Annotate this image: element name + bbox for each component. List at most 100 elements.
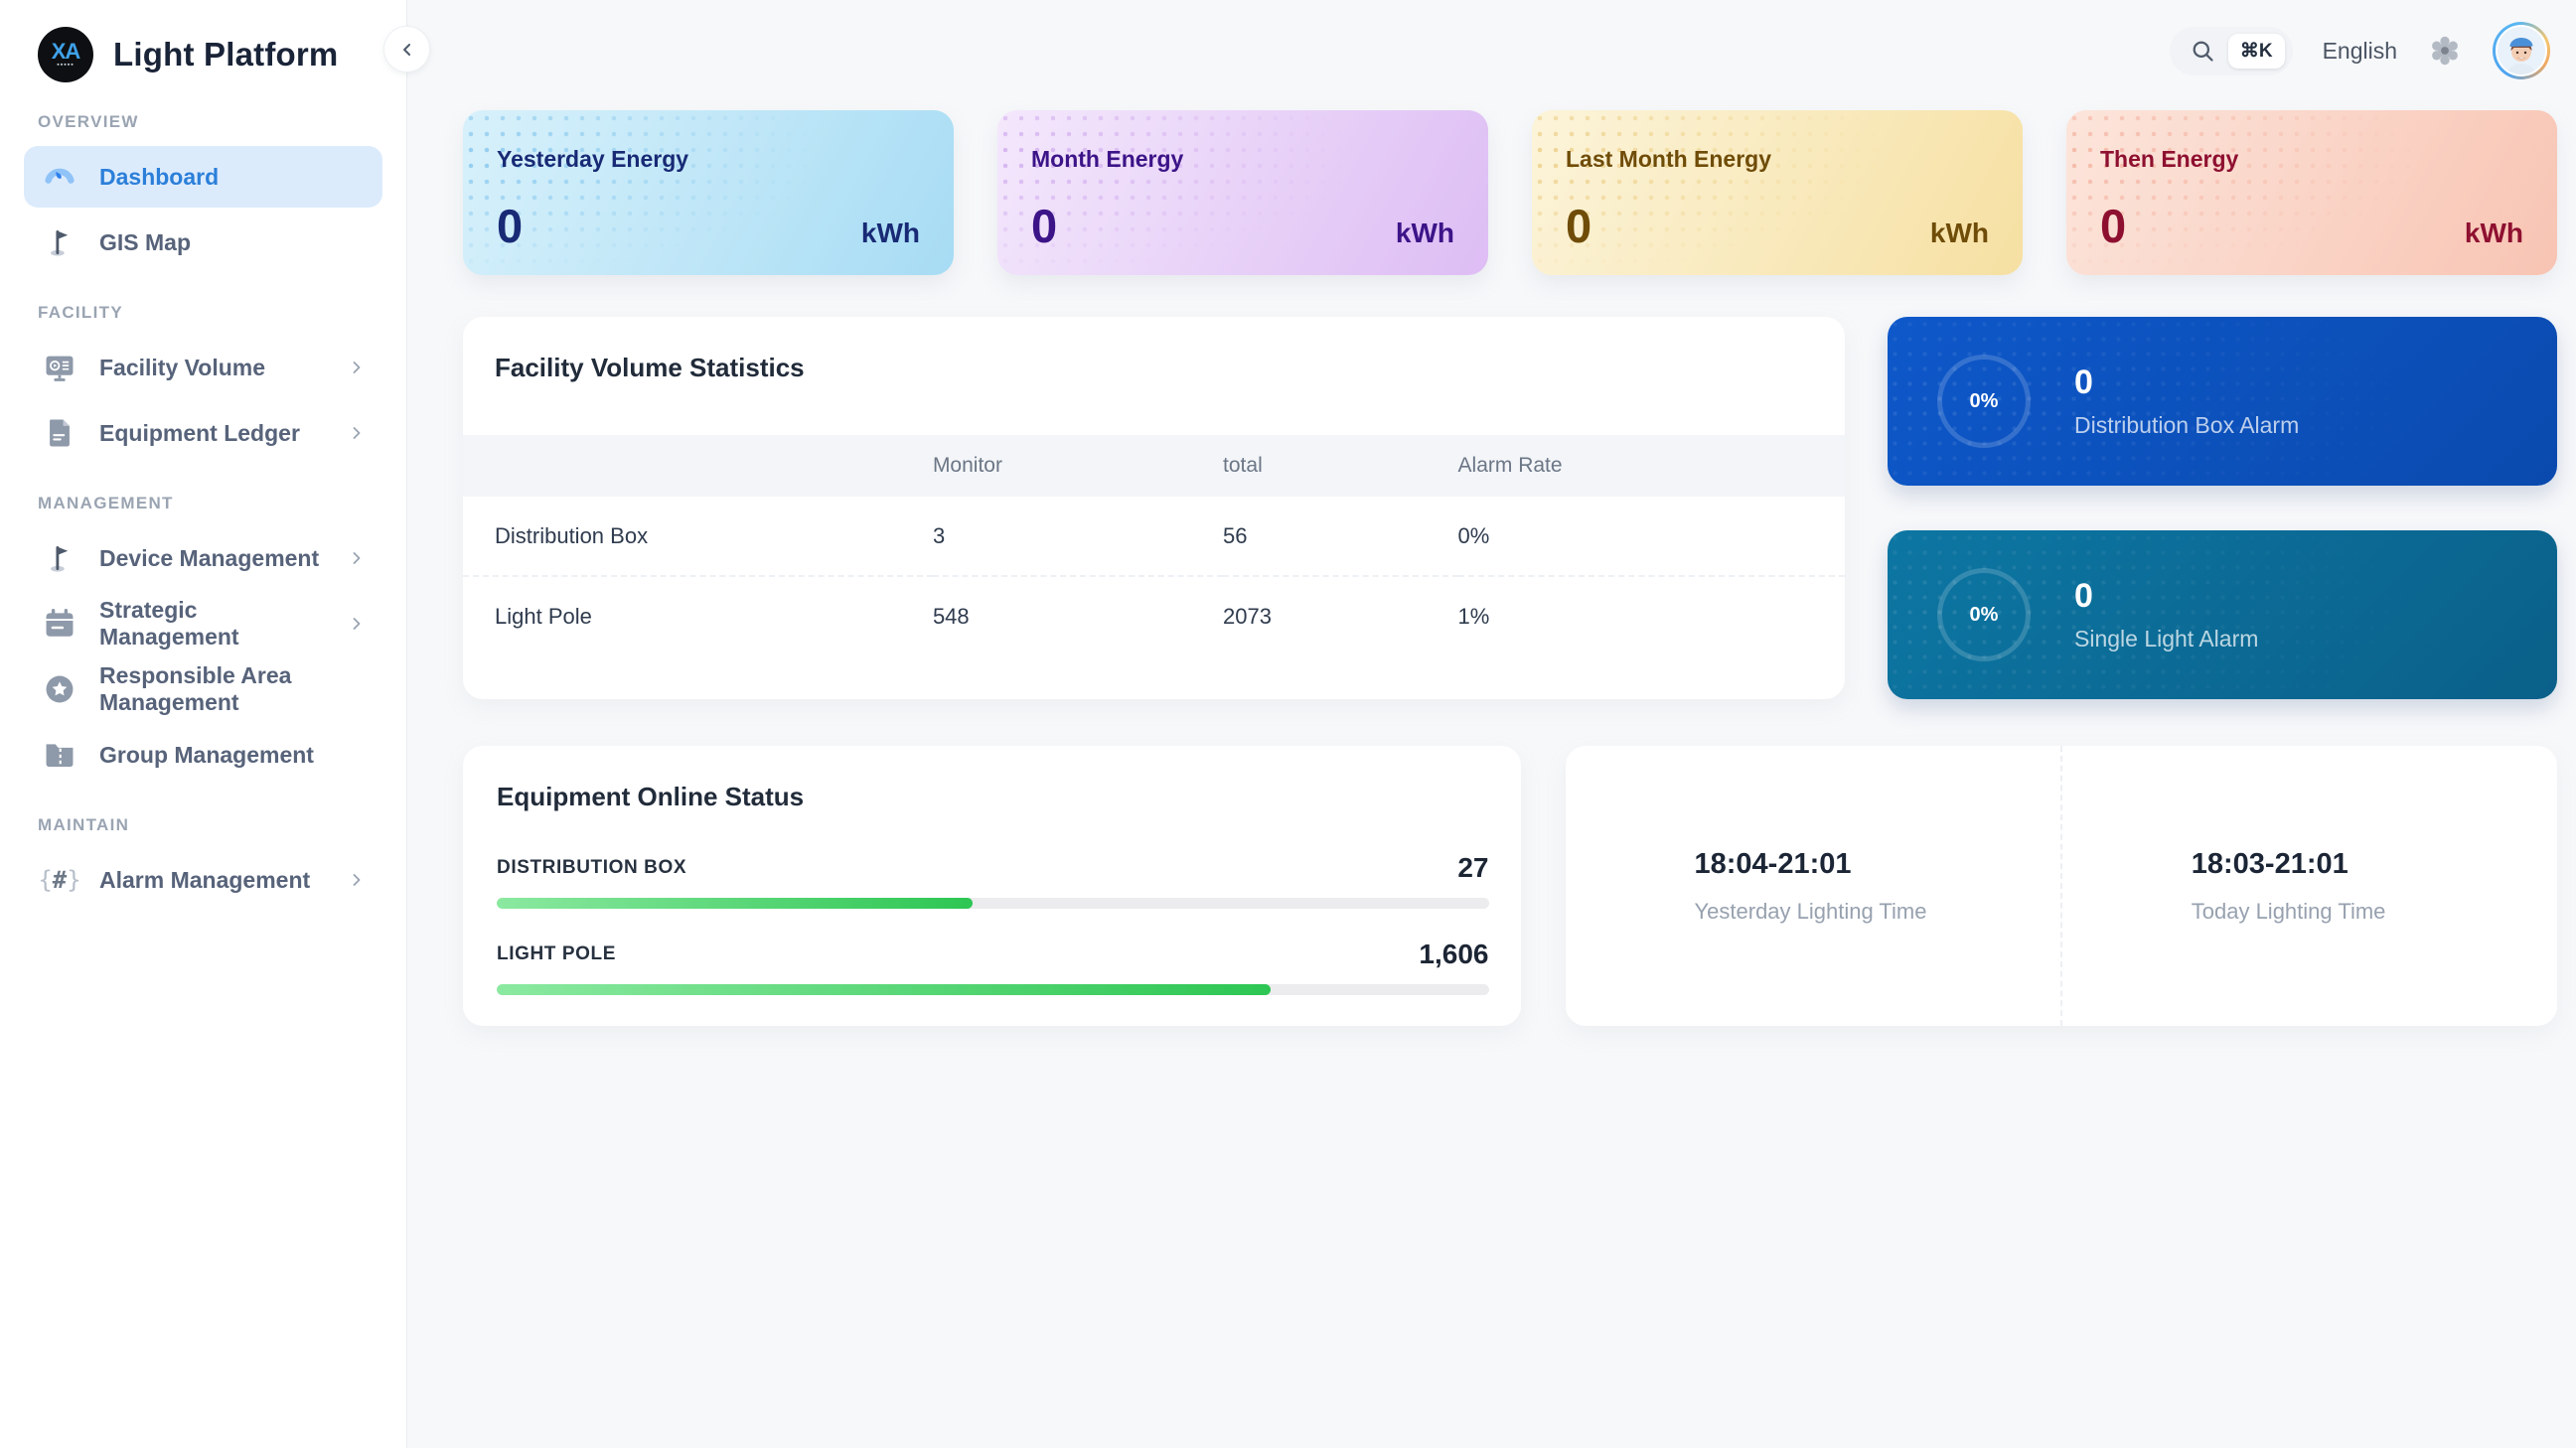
sidebar-item-label: GIS Map <box>99 228 192 255</box>
gauge-icon <box>42 159 77 195</box>
search-button[interactable]: ⌘K <box>2169 26 2293 75</box>
sidebar-item-group-management[interactable]: Group Management <box>24 724 382 786</box>
app-title: Light Platform <box>113 36 339 72</box>
chevron-right-icon <box>347 548 367 568</box>
distribution-box-alarm-card: 0% 0 Distribution Box Alarm <box>1888 317 2557 486</box>
flag-icon <box>42 540 77 576</box>
energy-card-yesterday: Yesterday Energy 0 kWh <box>463 110 954 275</box>
sidebar-item-label: Responsible Area Management <box>99 662 292 715</box>
online-status-label: LIGHT POLE <box>497 943 616 964</box>
dashboard-content: Yesterday Energy 0 kWh Month Energy 0 kW… <box>463 110 2557 1026</box>
avatar-image <box>2496 25 2547 76</box>
sidebar-item-gis-map[interactable]: GIS Map <box>24 212 382 273</box>
equipment-online-status-title: Equipment Online Status <box>497 782 805 811</box>
energy-card-title: Yesterday Energy <box>497 146 689 172</box>
row-monitor: 548 <box>932 603 970 629</box>
chevron-right-icon <box>347 423 367 443</box>
energy-card-unit: kWh <box>2464 217 2523 248</box>
column-header-monitor: Monitor <box>932 454 1002 477</box>
energy-card-title: Last Month Energy <box>1566 146 1772 172</box>
row-alarm-rate: 0% <box>1457 522 1490 548</box>
alarm-percent: 0% <box>1969 389 1999 412</box>
lighting-time-value: 18:03-21:01 <box>2191 847 2349 880</box>
sidebar-item-alarm-management[interactable]: {#} Alarm Management <box>24 849 382 911</box>
row-alarm-rate: 1% <box>1457 603 1490 629</box>
alarm-count: 0 <box>2074 363 2093 401</box>
user-avatar[interactable] <box>2493 22 2550 79</box>
progress-bar-fill <box>497 984 1271 995</box>
section-label-overview: OVERVIEW <box>38 112 139 131</box>
yesterday-lighting-time: 18:04-21:01 Yesterday Lighting Time <box>1566 746 2062 1026</box>
logo-monogram: XA <box>51 38 81 64</box>
online-status-value: 27 <box>1457 852 1489 883</box>
table-row: Distribution Box 3 56 0% <box>463 497 1845 576</box>
lighting-time-label: Today Lighting Time <box>2191 898 2386 924</box>
sidebar-item-label: Dashboard <box>99 163 220 190</box>
lighting-time-value: 18:04-21:01 <box>1694 847 1852 880</box>
sidebar: XA ▪▪▪▪▪ Light Platform OVERVIEW Dashboa… <box>0 0 430 1448</box>
sidebar-item-equipment-ledger[interactable]: Equipment Ledger <box>24 402 382 464</box>
sidebar-nav: OVERVIEW Dashboard GIS Map FACILITY Faci… <box>24 112 382 911</box>
folder-icon <box>42 737 77 773</box>
today-lighting-time: 18:03-21:01 Today Lighting Time <box>2062 746 2557 1026</box>
energy-card-value: 0 <box>1566 200 1592 252</box>
row-name: Distribution Box <box>495 522 649 548</box>
table-row: Light Pole 548 2073 1% <box>463 576 1845 655</box>
search-shortcut-badge: ⌘K <box>2227 33 2285 69</box>
sidebar-item-label: Group Management <box>99 741 314 768</box>
energy-card-unit: kWh <box>1929 217 1989 248</box>
topbar: ⌘K English <box>2169 22 2550 79</box>
lighting-time-card: 18:04-21:01 Yesterday Lighting Time 18:0… <box>1565 746 2557 1026</box>
alarm-percent: 0% <box>1969 603 1999 626</box>
row-name: Light Pole <box>495 603 592 629</box>
alarm-percent-ring: 0% <box>1937 355 2031 448</box>
sidebar-item-facility-volume[interactable]: Facility Volume <box>24 337 382 398</box>
equipment-online-status-card: Equipment Online Status DISTRIBUTION BOX… <box>463 746 1521 1026</box>
progress-bar-track <box>497 898 1489 909</box>
sidebar-item-device-management[interactable]: Device Management <box>24 527 382 589</box>
table-header-row: Monitor total Alarm Rate <box>463 435 1845 497</box>
sidebar-item-label: Device Management <box>99 544 320 571</box>
energy-card-last-month: Last Month Energy 0 kWh <box>1532 110 2023 275</box>
chevron-right-icon <box>347 614 367 634</box>
online-status-item-light-pole: LIGHT POLE 1,606 <box>497 939 1489 995</box>
chevron-right-icon <box>347 870 367 890</box>
energy-card-then: Then Energy 0 kWh <box>2066 110 2557 275</box>
column-header-total: total <box>1223 454 1263 477</box>
sidebar-item-label: Facility Volume <box>99 354 266 380</box>
lighting-time-label: Yesterday Lighting Time <box>1694 898 1927 924</box>
statistics-title: Facility Volume Statistics <box>495 353 805 382</box>
energy-card-value: 0 <box>1031 200 1058 252</box>
alarm-cards-column: 0% 0 Distribution Box Alarm 0% 0 Single … <box>1888 317 2557 699</box>
settings-button[interactable] <box>2427 33 2463 69</box>
alarm-percent-ring: 0% <box>1937 568 2031 661</box>
row-total: 56 <box>1223 522 1248 548</box>
row-monitor: 3 <box>932 522 946 548</box>
column-header-alarm-rate: Alarm Rate <box>1457 454 1563 477</box>
progress-bar-fill <box>497 898 974 909</box>
sidebar-item-responsible-area-management[interactable]: Responsible Area Management <box>24 658 382 720</box>
energy-card-title: Month Energy <box>1031 146 1184 172</box>
status-row: Equipment Online Status DISTRIBUTION BOX… <box>463 746 2557 1026</box>
energy-card-title: Then Energy <box>2100 146 2239 172</box>
language-selector[interactable]: English <box>2323 38 2397 65</box>
sidebar-item-dashboard[interactable]: Dashboard <box>24 146 382 208</box>
chevron-right-icon <box>347 358 367 377</box>
sidebar-item-strategic-management[interactable]: Strategic Management <box>24 593 382 654</box>
online-status-label: DISTRIBUTION BOX <box>497 857 687 878</box>
sidebar-collapse-button[interactable] <box>383 26 430 72</box>
app-logo-icon: XA ▪▪▪▪▪ <box>38 27 93 82</box>
search-icon <box>2193 41 2213 62</box>
section-label-maintain: MAINTAIN <box>38 815 130 834</box>
braces-hash-icon: {#} <box>38 866 81 894</box>
section-label-facility: FACILITY <box>38 303 123 322</box>
alarm-label: Single Light Alarm <box>2074 626 2259 652</box>
gear-icon <box>2432 36 2458 66</box>
online-status-item-distribution-box: DISTRIBUTION BOX 27 <box>497 852 1489 909</box>
sidebar-item-label: Alarm Management <box>99 866 311 893</box>
chevron-left-icon <box>402 43 410 56</box>
energy-card-value: 0 <box>497 200 524 252</box>
energy-card-unit: kWh <box>860 217 920 248</box>
row-total: 2073 <box>1223 603 1272 629</box>
single-light-alarm-card: 0% 0 Single Light Alarm <box>1888 530 2557 699</box>
